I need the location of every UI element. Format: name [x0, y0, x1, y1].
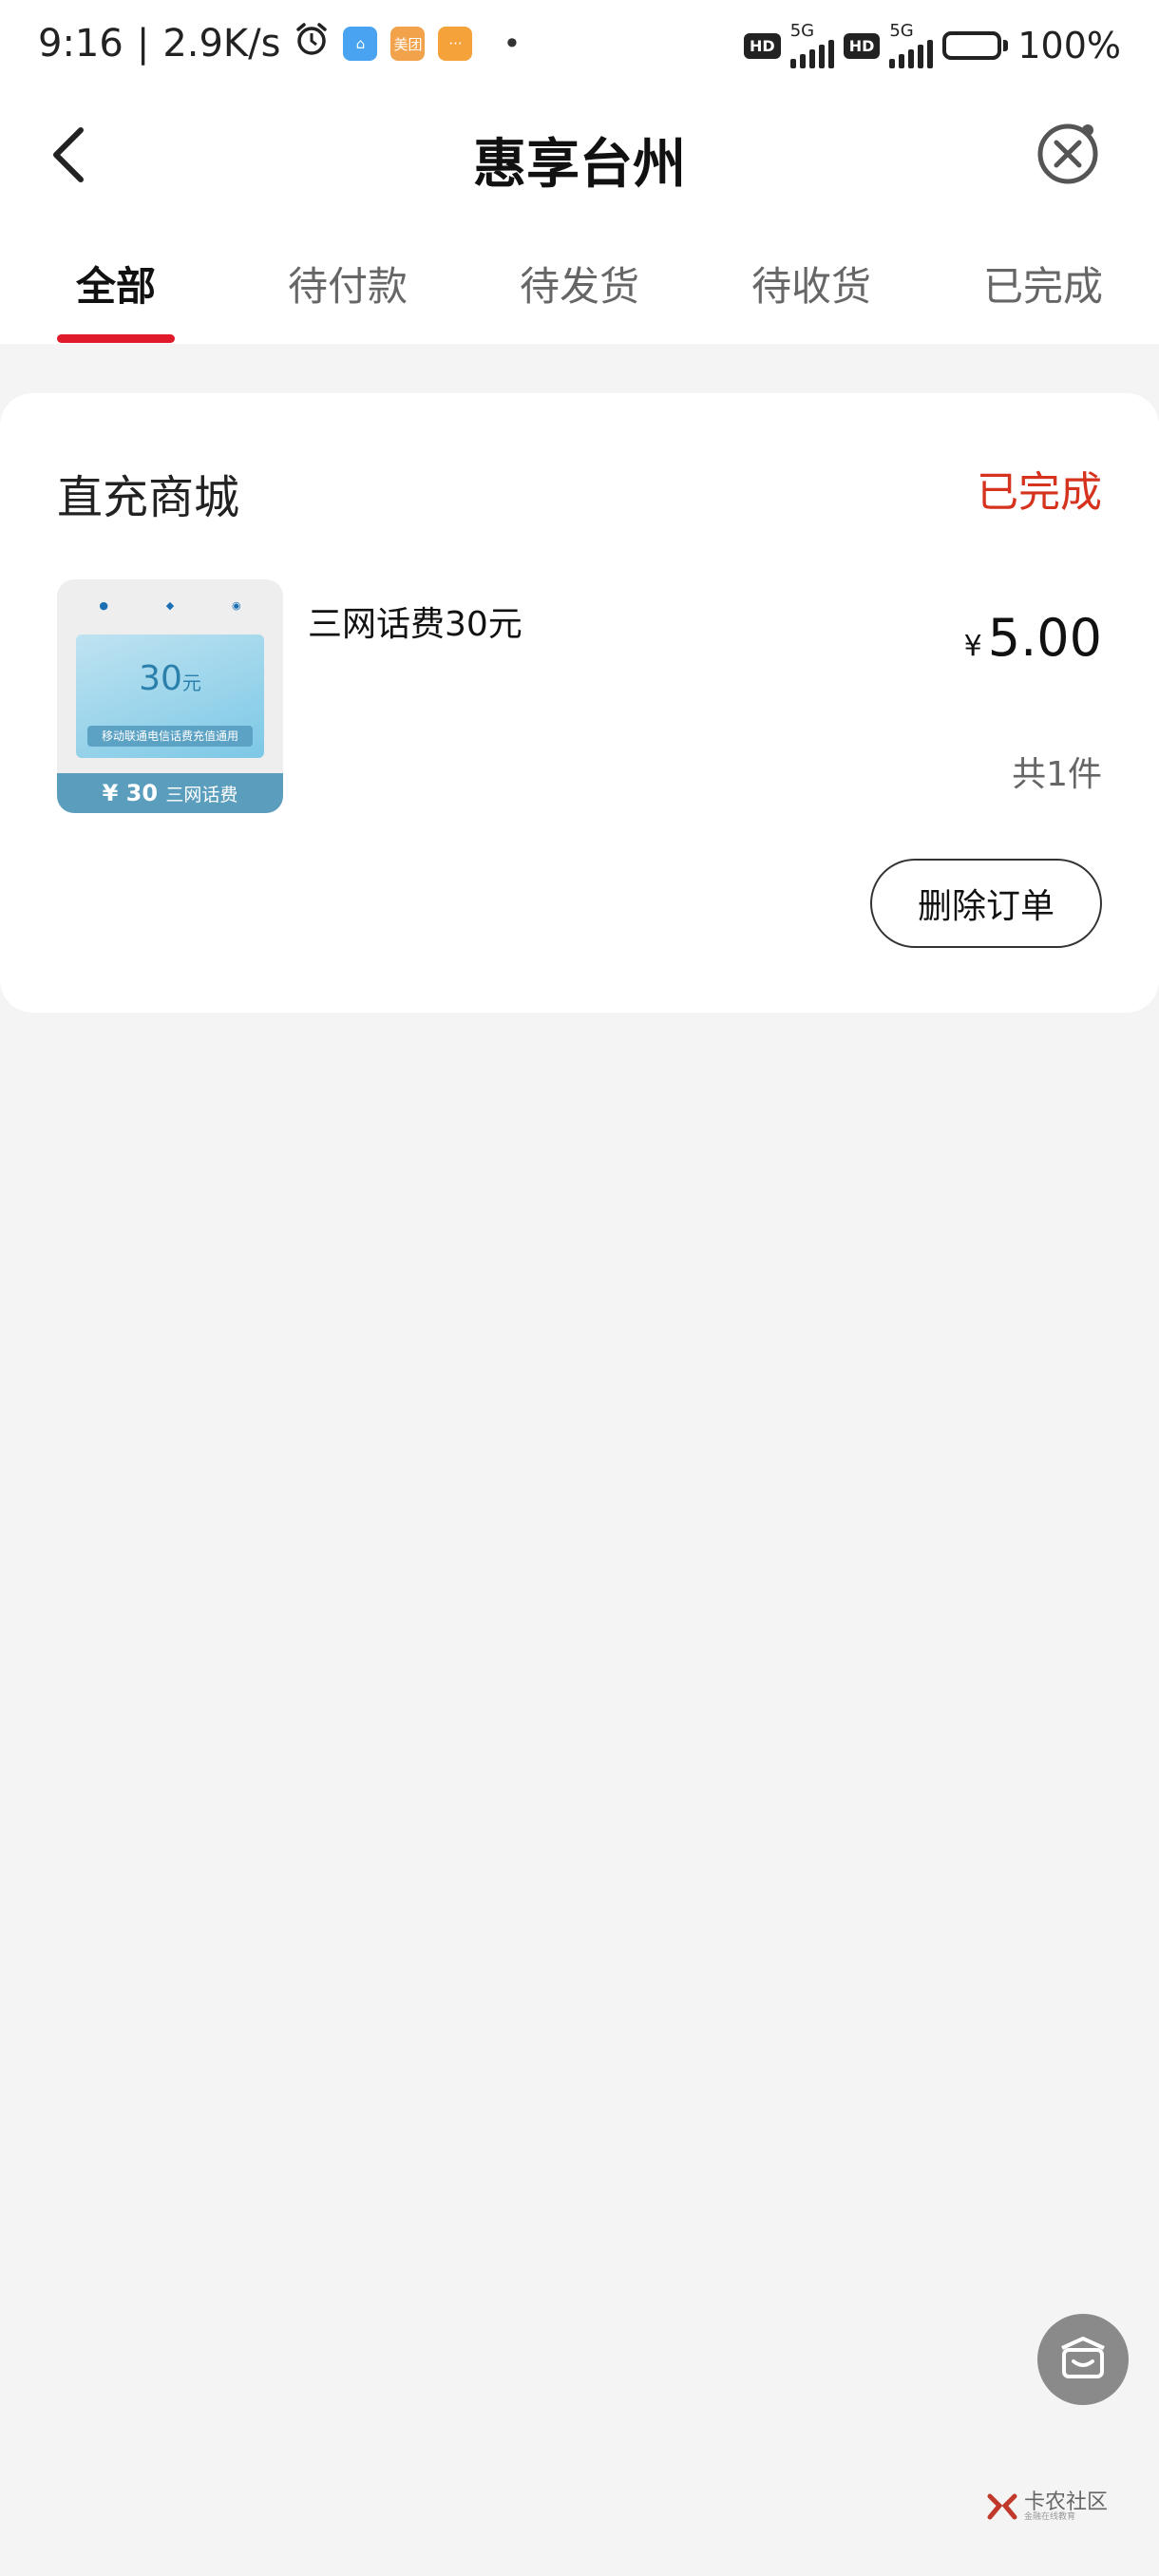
status-bar: 9:16 | 2.9K/s ⌂ 美团 ··· • HD 5G HD 5G 100…	[0, 0, 1159, 100]
header-area: 9:16 | 2.9K/s ⌂ 美团 ··· • HD 5G HD 5G 100…	[0, 0, 1159, 344]
watermark: 卡农社区 金融在线教育	[986, 2491, 1108, 2523]
thumbnail-caption: 移动联通电信话费充值通用	[87, 726, 253, 747]
battery-percent: 100%	[1017, 25, 1121, 66]
alarm-icon	[294, 21, 330, 66]
china-unicom-logo-icon: ◆	[165, 598, 175, 612]
signal-sim1: 5G	[789, 21, 834, 68]
close-button[interactable]	[1036, 120, 1102, 186]
carrier-logos: ● ◆ ◉	[70, 591, 270, 619]
signal-sim2: 5G	[889, 21, 934, 68]
message-app-icon: ···	[438, 27, 473, 61]
watermark-text: 卡农社区	[1024, 2490, 1109, 2514]
tab-pending-shipment[interactable]: 待发货	[520, 255, 639, 313]
tab-pending-receipt[interactable]: 待收货	[751, 255, 871, 313]
home-app-icon: ⌂	[343, 27, 378, 61]
currency-symbol: ¥	[963, 630, 982, 663]
hd-badge-sim2: HD	[843, 32, 881, 59]
price-value: 5.00	[987, 608, 1102, 668]
status-time: 9:16	[38, 22, 124, 66]
close-circle-icon	[1037, 123, 1098, 184]
delete-order-button[interactable]: 删除订单	[870, 859, 1102, 948]
signal-bars-icon	[889, 40, 934, 68]
battery-icon	[942, 31, 1009, 60]
order-tabs: 全部 待付款 待发货 待收货 已完成	[0, 237, 1159, 344]
active-tab-indicator	[57, 334, 175, 343]
network-speed: 2.9K/s	[162, 22, 281, 66]
nav-bar: 惠享台州	[0, 104, 1159, 199]
item-quantity: 共1件	[1012, 755, 1102, 794]
tab-completed[interactable]: 已完成	[983, 255, 1103, 313]
order-card[interactable]: 直充商城 已完成 ● ◆ ◉ 30元 移动联通电信话费充值通用 ¥ 30 三网话…	[0, 393, 1159, 1013]
meituan-app-icon: 美团	[390, 27, 426, 61]
signal-bars-icon	[789, 40, 834, 68]
kanong-logo-icon	[987, 2493, 1017, 2520]
product-name[interactable]: 三网话费30元	[308, 597, 522, 646]
tab-pending-payment[interactable]: 待付款	[288, 255, 408, 313]
page-title: 惠享台州	[473, 134, 686, 196]
product-thumbnail[interactable]: ● ◆ ◉ 30元 移动联通电信话费充值通用 ¥ 30 三网话费	[57, 579, 283, 813]
thumbnail-band: ¥ 30 三网话费	[57, 773, 283, 813]
thumbnail-amount: 30元	[139, 659, 201, 698]
china-mobile-logo-icon: ●	[99, 598, 108, 612]
status-separator: |	[136, 22, 150, 66]
floating-home-button[interactable]	[1037, 2314, 1129, 2405]
network-type-sim1: 5G	[789, 21, 815, 41]
order-status-badge: 已完成	[977, 468, 1102, 517]
hd-badge-sim1: HD	[744, 32, 781, 59]
china-telecom-logo-icon: ◉	[231, 598, 241, 612]
thumbnail-card-art: 30元 移动联通电信话费充值通用	[76, 635, 264, 758]
watermark-subtext: 金融在线教育	[1024, 2511, 1076, 2522]
tab-all[interactable]: 全部	[76, 255, 156, 313]
home-box-icon	[1061, 2337, 1105, 2378]
notification-dot-icon: •	[503, 26, 522, 62]
shop-name: 直充商城	[57, 471, 240, 524]
network-type-sim2: 5G	[889, 21, 914, 41]
product-price: ¥5.00	[964, 608, 1102, 668]
